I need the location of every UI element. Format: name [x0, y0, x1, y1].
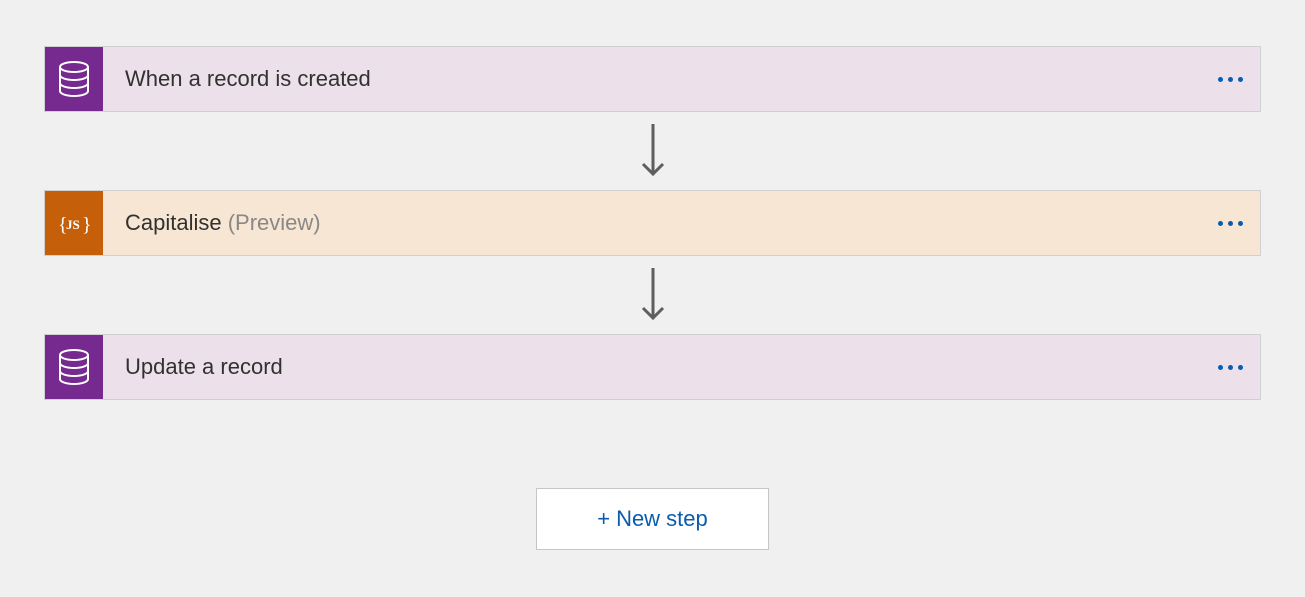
- flow-connector: [639, 256, 667, 334]
- js-icon-box: { JS }: [45, 191, 103, 255]
- database-icon: [58, 61, 90, 97]
- new-step-button[interactable]: + New step: [536, 488, 769, 550]
- ellipsis-icon: [1218, 365, 1243, 370]
- ellipsis-icon: [1218, 77, 1243, 82]
- database-icon-box: [45, 335, 103, 399]
- svg-text:JS: JS: [66, 217, 80, 232]
- flow-connector: [639, 112, 667, 190]
- step-title: When a record is created: [103, 66, 1200, 92]
- arrow-down-icon: [639, 266, 667, 324]
- step-menu-button[interactable]: [1200, 221, 1260, 226]
- flow-step-trigger[interactable]: When a record is created: [44, 46, 1261, 112]
- step-menu-button[interactable]: [1200, 365, 1260, 370]
- ellipsis-icon: [1218, 221, 1243, 226]
- database-icon: [58, 349, 90, 385]
- plus-icon: +: [597, 506, 610, 532]
- svg-text:}: }: [82, 214, 92, 236]
- flow-step-action-update[interactable]: Update a record: [44, 334, 1261, 400]
- arrow-down-icon: [639, 122, 667, 180]
- step-menu-button[interactable]: [1200, 77, 1260, 82]
- js-icon: { JS }: [56, 205, 92, 241]
- step-title: Capitalise (Preview): [103, 210, 1200, 236]
- flow-step-action-capitalise[interactable]: { JS } Capitalise (Preview): [44, 190, 1261, 256]
- new-step-label: New step: [616, 506, 708, 532]
- database-icon-box: [45, 47, 103, 111]
- step-title: Update a record: [103, 354, 1200, 380]
